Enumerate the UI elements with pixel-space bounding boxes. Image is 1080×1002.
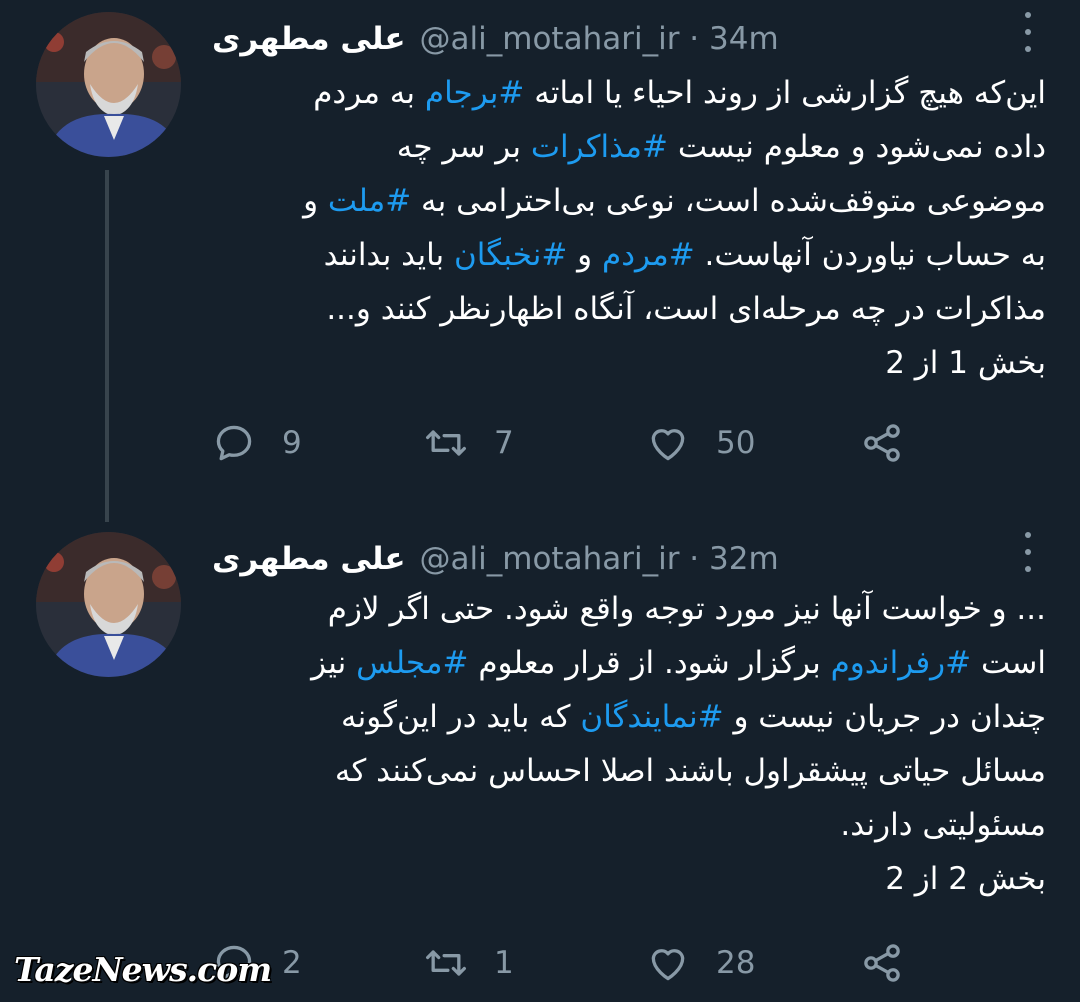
more-icon[interactable] — [1016, 12, 1040, 52]
author-name[interactable]: علی مطهری — [212, 541, 406, 577]
watermark: TazeNews.com — [14, 950, 272, 989]
avatar[interactable] — [36, 12, 181, 157]
heart-icon — [651, 429, 685, 461]
tweet-text: این‌که هیچ گزارشی از روند احیاء یا اماته… — [212, 66, 1046, 390]
share-button[interactable] — [860, 938, 904, 988]
hashtag-link[interactable]: #نمایندگان — [580, 699, 723, 735]
hashtag-link[interactable]: #مجلس — [356, 645, 468, 681]
tweet-text-segment: موضوعی متوقف‌شده است، نوعی بی‌احترامی به — [411, 183, 1046, 219]
hashtag-link[interactable]: #ملت — [328, 183, 411, 219]
tweet-text-segment: چندان در جریان نیست و — [723, 699, 1046, 735]
tweet-text-line: بخش 1 از 2 — [212, 336, 1046, 390]
thread-connector-line — [105, 170, 109, 522]
tweet-text: ... و خواست آنها نیز مورد توجه واقع شود.… — [212, 582, 1046, 906]
tweet-text-segment: است — [971, 645, 1046, 681]
tweet-text-segment: و — [303, 183, 328, 219]
hashtag-link[interactable]: #برجام — [425, 75, 525, 111]
tweet-text-line: داده نمی‌شود و معلوم نیست #مذاکرات بر سر… — [212, 120, 1046, 174]
tweet-text-segment: داده نمی‌شود و معلوم نیست — [668, 129, 1046, 165]
avatar[interactable] — [36, 532, 181, 677]
tweet-text-segment: برگزار شود. از قرار معلوم — [468, 645, 831, 681]
tweet-text-segment: نیز — [311, 645, 357, 681]
share-icon — [864, 944, 900, 982]
reply-icon — [216, 425, 252, 461]
tweet-text-segment: ... و خواست آنها نیز مورد توجه واقع شود.… — [327, 591, 1046, 627]
tweet-header: علی مطهری @ali_motahari_ir · 34m — [212, 14, 1012, 64]
tweet-text-line: مسئولیتی دارند. — [212, 798, 1046, 852]
tweet-text-line: موضوعی متوقف‌شده است، نوعی بی‌احترامی به… — [212, 174, 1046, 228]
tweet-text-segment: باید بدانند — [323, 237, 455, 273]
hashtag-link[interactable]: #رفراندوم — [831, 645, 972, 681]
tweet-text-line: است #رفراندوم برگزار شود. از قرار معلوم … — [212, 636, 1046, 690]
retweet-button[interactable]: 1 — [424, 938, 514, 988]
tweet-text-line: چندان در جریان نیست و #نمایندگان که باید… — [212, 690, 1046, 744]
tweet-text-line: ... و خواست آنها نیز مورد توجه واقع شود.… — [212, 582, 1046, 636]
reply-button[interactable]: 9 — [212, 418, 302, 468]
tweet-text-segment: این‌که هیچ گزارشی از روند احیاء یا اماته — [524, 75, 1046, 111]
tweet-text-segment: مسائل حیاتی پیشقراول باشند اصلا احساس نم… — [334, 753, 1046, 789]
more-icon[interactable] — [1016, 532, 1040, 572]
tweet-text-segment: که باید در این‌گونه — [341, 699, 581, 735]
share-button[interactable] — [860, 418, 904, 468]
tweet-text-segment: مسئولیتی دارند. — [840, 807, 1046, 843]
author-name[interactable]: علی مطهری — [212, 21, 406, 57]
share-icon — [864, 424, 900, 462]
hashtag-link[interactable]: #مذاکرات — [531, 129, 668, 165]
tweet-text-segment: و — [567, 237, 603, 273]
retweet-count: 7 — [494, 425, 514, 461]
author-handle-time[interactable]: @ali_motahari_ir · 32m — [420, 541, 779, 577]
tweet-text-segment: مذاکرات در چه مرحله‌ای است، آنگاه اظهارن… — [326, 291, 1046, 327]
tweet-text-segment: به حساب نیاوردن آنهاست. — [694, 237, 1046, 273]
tweet-text-segment: به مردم — [313, 75, 425, 111]
tweet-actions: 2 1 28 — [212, 938, 932, 988]
tweet-text-line: به حساب نیاوردن آنهاست. #مردم و #نخبگان … — [212, 228, 1046, 282]
tweet-text-segment: بخش 2 از 2 — [885, 861, 1046, 897]
tweet-text-line: بخش 2 از 2 — [212, 852, 1046, 906]
tweet-1[interactable]: علی مطهری @ali_motahari_ir · 34m این‌که … — [0, 0, 1080, 522]
hashtag-link[interactable]: #مردم — [602, 237, 695, 273]
tweet-text-line: مسائل حیاتی پیشقراول باشند اصلا احساس نم… — [212, 744, 1046, 798]
reply-count: 9 — [282, 425, 302, 461]
heart-icon — [651, 949, 685, 981]
hashtag-link[interactable]: #نخبگان — [454, 237, 567, 273]
tweet-2[interactable]: علی مطهری @ali_motahari_ir · 32m ... و خ… — [0, 520, 1080, 1002]
tweet-header: علی مطهری @ali_motahari_ir · 32m — [212, 534, 1012, 584]
tweet-text-segment: بخش 1 از 2 — [885, 345, 1046, 381]
tweet-text-line: مذاکرات در چه مرحله‌ای است، آنگاه اظهارن… — [212, 282, 1046, 336]
author-handle-time[interactable]: @ali_motahari_ir · 34m — [420, 21, 779, 57]
retweet-count: 1 — [494, 945, 514, 981]
like-count: 28 — [716, 945, 756, 981]
retweet-icon — [426, 430, 466, 456]
like-button[interactable]: 28 — [646, 938, 755, 988]
retweet-icon — [426, 950, 466, 976]
like-button[interactable]: 50 — [646, 418, 755, 468]
reply-count: 2 — [282, 945, 302, 981]
tweet-text-segment: بر سر چه — [396, 129, 531, 165]
retweet-button[interactable]: 7 — [424, 418, 514, 468]
tweet-text-line: این‌که هیچ گزارشی از روند احیاء یا اماته… — [212, 66, 1046, 120]
tweet-actions: 9 7 50 — [212, 418, 932, 468]
like-count: 50 — [716, 425, 756, 461]
